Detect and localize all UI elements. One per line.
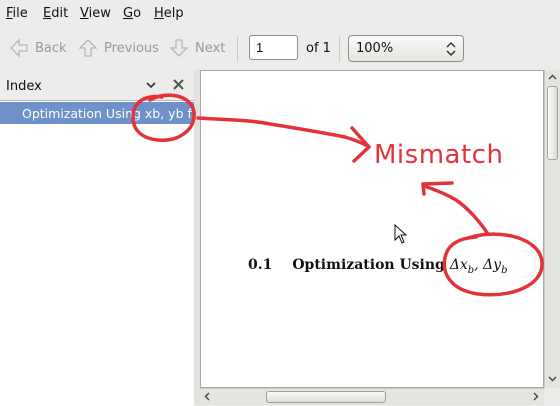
scroll-right-icon[interactable]	[531, 392, 540, 401]
section-number: 0.1	[248, 257, 273, 273]
scrollbar-corner	[544, 388, 560, 405]
down-arrow-icon	[169, 39, 189, 57]
toolbar: Back Previous Next of 1 100%	[0, 28, 560, 71]
menu-go[interactable]: Go	[123, 6, 141, 21]
horizontal-scroll-thumb[interactable]	[266, 391, 386, 403]
document-view[interactable]: 0.1 Optimization Using Δxb, Δyb	[200, 70, 544, 388]
scroll-down-icon[interactable]	[548, 374, 557, 383]
sidebar-title: Index	[6, 79, 42, 94]
next-button[interactable]: Next	[169, 37, 225, 59]
menu-bar: File Edit View Go Help	[0, 0, 560, 28]
sidebar-header: Index	[0, 70, 194, 100]
up-arrow-icon	[78, 39, 98, 57]
vertical-scroll-thumb[interactable]	[547, 86, 558, 160]
mouse-pointer-icon	[394, 224, 408, 244]
index-item[interactable]: Optimization Using xb, yb f	[0, 102, 194, 124]
menu-edit[interactable]: Edit	[43, 6, 68, 21]
scroll-up-icon[interactable]	[548, 73, 557, 82]
page-count-label: of 1	[306, 41, 331, 56]
toolbar-separator	[237, 36, 238, 62]
menu-view[interactable]: View	[80, 6, 111, 21]
scroll-left-icon[interactable]	[203, 392, 212, 401]
index-list: Optimization Using xb, yb f	[0, 100, 194, 406]
up-down-chevron-icon	[446, 41, 456, 57]
chevron-down-icon[interactable]	[145, 79, 157, 91]
index-item-label: Optimization Using xb, yb f	[22, 106, 192, 121]
zoom-select[interactable]: 100%	[348, 35, 464, 62]
previous-button[interactable]: Previous	[78, 37, 159, 59]
horizontal-scrollbar[interactable]	[200, 388, 544, 405]
toolbar-separator	[339, 36, 340, 62]
page-number-input[interactable]	[249, 35, 298, 60]
vertical-scrollbar[interactable]	[544, 70, 560, 388]
section-title: Optimization Using	[292, 257, 445, 273]
back-arrow-icon	[10, 38, 28, 58]
menu-file[interactable]: File	[6, 6, 28, 21]
menu-help[interactable]: Help	[154, 6, 184, 21]
section-math: Δxb, Δyb	[449, 257, 508, 276]
section-heading: 0.1 Optimization Using Δxb, Δyb	[248, 257, 507, 276]
mismatch-annotation: Mismatch	[374, 140, 504, 170]
back-button[interactable]: Back	[9, 37, 67, 59]
close-icon[interactable]	[172, 78, 185, 91]
sidebar: Index Optimization Using xb, yb f	[0, 70, 194, 406]
